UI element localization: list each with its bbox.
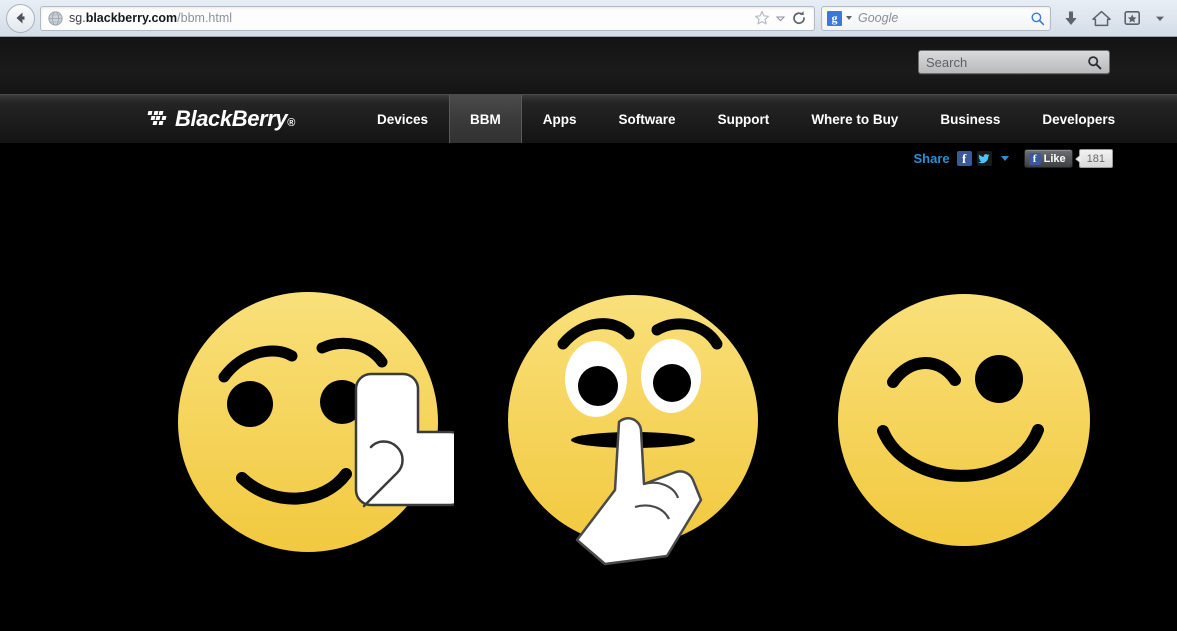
toolbar-buttons bbox=[1051, 10, 1171, 27]
search-engine-caret-icon[interactable] bbox=[846, 16, 852, 20]
browser-toolbar: sg.blackberry.com/bbm.html g Google bbox=[0, 0, 1177, 37]
emoticon-raised-eyebrows-hand bbox=[178, 292, 454, 552]
site-utility-bar: Search bbox=[0, 37, 1177, 94]
browser-search-bar[interactable]: g Google bbox=[821, 5, 1051, 31]
nav-item-bbm[interactable]: BBM bbox=[449, 95, 522, 143]
logo-text: BlackBerry bbox=[175, 106, 288, 131]
nav-item-devices[interactable]: Devices bbox=[356, 95, 449, 143]
emoticon-shush bbox=[508, 295, 758, 566]
blackberry-logo[interactable]: BlackBerry® bbox=[147, 106, 295, 132]
home-icon[interactable] bbox=[1092, 10, 1111, 27]
hero-emoticons bbox=[0, 144, 1177, 574]
nav-item-software[interactable]: Software bbox=[598, 95, 697, 143]
browser-search-input[interactable]: Google bbox=[858, 11, 1030, 25]
url-host: blackberry.com bbox=[85, 11, 178, 25]
globe-icon bbox=[48, 10, 63, 26]
blackberry-mark-icon bbox=[147, 110, 169, 128]
google-icon: g bbox=[827, 10, 842, 26]
site-search-box[interactable]: Search bbox=[918, 50, 1110, 74]
address-bar[interactable]: sg.blackberry.com/bbm.html bbox=[40, 5, 815, 31]
search-icon[interactable] bbox=[1030, 11, 1045, 26]
url-path: /bbm.html bbox=[177, 11, 233, 25]
nav-item-apps[interactable]: Apps bbox=[522, 95, 598, 143]
emoticon-wink-smile bbox=[838, 294, 1090, 546]
nav-items: Devices BBM Apps Software Support Where … bbox=[356, 95, 1136, 143]
site-search-input[interactable]: Search bbox=[926, 55, 1087, 70]
back-button[interactable] bbox=[6, 3, 35, 33]
logo-trademark: ® bbox=[287, 117, 295, 129]
search-icon[interactable] bbox=[1087, 55, 1102, 70]
star-dropdown-icon[interactable] bbox=[776, 14, 785, 23]
url-subdomain: sg. bbox=[69, 11, 86, 25]
bookmarks-icon[interactable] bbox=[1124, 10, 1142, 26]
star-icon[interactable] bbox=[754, 10, 770, 26]
url-text: sg.blackberry.com/bbm.html bbox=[69, 11, 754, 25]
blackberry-wordmark: BlackBerry® bbox=[175, 106, 295, 132]
page-content: Search BlackBerry® Devices BBM Apps Soft… bbox=[0, 37, 1177, 631]
nav-item-business[interactable]: Business bbox=[919, 95, 1021, 143]
nav-item-developers[interactable]: Developers bbox=[1021, 95, 1136, 143]
nav-item-support[interactable]: Support bbox=[697, 95, 791, 143]
download-icon[interactable] bbox=[1063, 10, 1079, 27]
back-arrow-icon bbox=[16, 12, 24, 24]
reload-icon[interactable] bbox=[791, 10, 807, 26]
site-navigation-bar: BlackBerry® Devices BBM Apps Software Su… bbox=[0, 94, 1177, 144]
bookmarks-dropdown-icon[interactable] bbox=[1155, 14, 1165, 23]
nav-item-where-to-buy[interactable]: Where to Buy bbox=[790, 95, 919, 143]
